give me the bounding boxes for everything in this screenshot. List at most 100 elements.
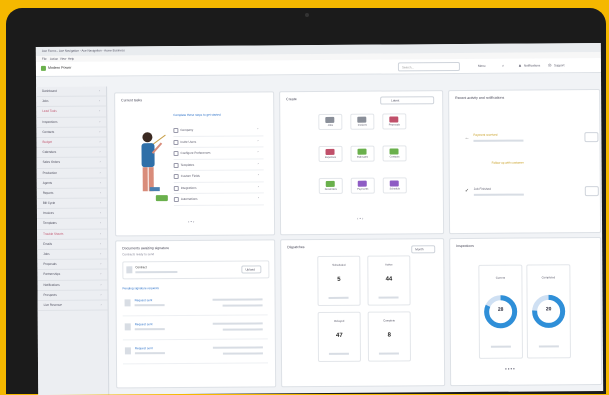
activity-item-2-button[interactable] bbox=[584, 186, 599, 197]
sidebar-item[interactable]: Jobs › bbox=[37, 249, 108, 261]
menu-view[interactable]: View bbox=[60, 57, 66, 61]
create-tile[interactable]: Jobs bbox=[318, 113, 343, 131]
activity-action[interactable]: Follow up with customer bbox=[492, 161, 524, 165]
chevron-right-icon: › bbox=[257, 149, 259, 154]
notifications-button[interactable]: Notifications bbox=[524, 63, 540, 67]
create-tile[interactable]: Schedule bbox=[382, 177, 407, 194]
sidebar-item[interactable]: Emails › bbox=[37, 239, 108, 250]
create-tile[interactable]: Payments bbox=[350, 177, 375, 194]
create-pager[interactable]: ‹ • › bbox=[357, 216, 363, 221]
menu-dropdown[interactable]: Menu bbox=[478, 64, 486, 68]
pending-request-row[interactable]: Request sent bbox=[122, 318, 268, 341]
chevron-right-icon: › bbox=[257, 160, 259, 165]
dispatch-stat-label: Active bbox=[384, 262, 393, 267]
sidebar-item[interactable]: Proposals › bbox=[37, 259, 108, 271]
task-item[interactable]: Configure Preferences › bbox=[173, 147, 264, 160]
pending-request-date bbox=[222, 304, 263, 307]
help-icon[interactable]: ◎ bbox=[548, 62, 552, 67]
sidebar-item[interactable]: Contacts › bbox=[36, 127, 107, 138]
chevron-right-icon: › bbox=[257, 126, 259, 131]
sidebar-item[interactable]: Lead Tools › bbox=[36, 106, 107, 118]
search-icon[interactable]: ⌕ bbox=[502, 63, 504, 68]
sidebar-item[interactable]: Budget › bbox=[36, 137, 107, 149]
task-item[interactable]: Company › bbox=[173, 124, 264, 137]
create-filter-dropdown[interactable]: Latest bbox=[380, 96, 435, 105]
chevron-right-icon: › bbox=[99, 88, 101, 93]
activity-item-1[interactable]: Payment received bbox=[473, 133, 497, 137]
activity-item-2[interactable]: Job Finished bbox=[474, 187, 491, 191]
search-input[interactable]: Search... bbox=[397, 62, 460, 72]
dispatch-stat[interactable]: Active 44 bbox=[367, 255, 411, 306]
dispatch-stat[interactable]: Delayed 47 bbox=[317, 311, 361, 363]
sidebar-item[interactable]: Agents › bbox=[36, 178, 107, 189]
create-title: Create bbox=[286, 97, 297, 102]
activity-title: Recent activity and notifications bbox=[455, 95, 505, 101]
create-tile[interactable]: Expenses bbox=[318, 145, 343, 163]
sidebar-item-label: Prospects bbox=[43, 292, 57, 297]
tasks-pager[interactable]: ‹ • › bbox=[188, 219, 194, 224]
chevron-right-icon: › bbox=[99, 200, 101, 205]
chevron-right-icon: › bbox=[99, 139, 101, 144]
menu-action[interactable]: Action bbox=[50, 57, 58, 61]
sidebar-item[interactable]: Templates › bbox=[36, 218, 108, 230]
donut-value: 28 bbox=[497, 306, 504, 313]
activity-item-1-button[interactable] bbox=[584, 132, 599, 143]
sidebar-item[interactable]: Notifications › bbox=[37, 280, 108, 291]
create-tile[interactable]: Contacts bbox=[382, 145, 407, 162]
sidebar-item[interactable]: Reports › bbox=[36, 188, 107, 200]
create-tile[interactable]: Estimates bbox=[350, 145, 375, 162]
support-button[interactable]: Support bbox=[554, 63, 565, 67]
chevron-right-icon: › bbox=[100, 302, 102, 307]
sidebar-item[interactable]: Sales Orders › bbox=[36, 157, 107, 169]
app-header: Modern Power Search... Menu ⌕ ▲ Notifica… bbox=[35, 58, 601, 77]
document-row[interactable]: Contract Upload bbox=[122, 260, 270, 280]
create-tile[interactable]: Reminders bbox=[318, 177, 343, 195]
tile-label: Payments bbox=[357, 187, 369, 191]
donut-panel[interactable]: Current 28 bbox=[478, 264, 523, 359]
task-item[interactable]: Custom Fields › bbox=[173, 170, 264, 183]
pending-request-detail bbox=[134, 328, 165, 331]
menu-help[interactable]: Help bbox=[68, 57, 74, 61]
task-item[interactable]: Integrations › bbox=[173, 181, 264, 195]
pending-request-row[interactable]: Request sent bbox=[122, 294, 268, 317]
sidebar-item[interactable]: Prospects › bbox=[37, 290, 108, 301]
dispatch-filter-dropdown[interactable]: Month bbox=[411, 245, 436, 254]
pending-request-row[interactable]: Request sent bbox=[122, 342, 269, 365]
sidebar-item[interactable]: Trouble Sheets › bbox=[37, 229, 108, 240]
sidebar-item[interactable]: Jobs › bbox=[36, 96, 107, 108]
sidebar-item[interactable]: Invoices › bbox=[36, 208, 107, 220]
chevron-right-icon: › bbox=[100, 231, 102, 236]
sidebar-item[interactable]: Dashboard › bbox=[36, 86, 107, 98]
chevron-right-icon: › bbox=[100, 292, 102, 297]
check-icon: ✓ bbox=[464, 187, 470, 194]
window-title: Ace Forms - Ace Navigation - Ace Navigat… bbox=[41, 48, 125, 53]
task-item[interactable]: Templates › bbox=[173, 158, 264, 172]
bell-icon[interactable]: ▲ bbox=[518, 63, 522, 68]
brand-name: Modern Power bbox=[47, 65, 72, 70]
task-item[interactable]: Invite Users › bbox=[173, 135, 264, 149]
sidebar-item[interactable]: Partnerships › bbox=[37, 269, 108, 281]
tile-icon bbox=[325, 180, 335, 187]
create-tile[interactable]: Invoices bbox=[350, 113, 375, 130]
tasks-heading[interactable]: Complete these steps to get started bbox=[173, 113, 220, 117]
sidebar-item[interactable]: Bill Cycle › bbox=[36, 198, 107, 210]
pending-section-title: Pending signature requests bbox=[122, 286, 160, 291]
donut-panel[interactable]: Completed 20 bbox=[526, 264, 571, 359]
sidebar-item-label: Proposals bbox=[43, 262, 57, 267]
sidebar-item[interactable]: Inspections › bbox=[36, 117, 107, 128]
chevron-right-icon: › bbox=[100, 282, 102, 287]
laptop-bezel: Ace Forms - Ace Navigation - Ace Navigat… bbox=[6, 8, 606, 395]
create-tile[interactable]: Proposals bbox=[382, 113, 407, 130]
upload-button[interactable]: Upload bbox=[241, 265, 262, 274]
menu-file[interactable]: File bbox=[42, 57, 47, 61]
sidebar-item[interactable]: Calendars › bbox=[36, 147, 107, 159]
task-label: Integrations bbox=[180, 185, 197, 190]
sidebar-item[interactable]: Production › bbox=[36, 167, 107, 179]
sidebar-item[interactable]: Live Revenue › bbox=[37, 300, 108, 312]
task-label: Templates bbox=[180, 162, 195, 167]
task-item[interactable]: Automations › bbox=[173, 193, 264, 206]
dispatch-stat[interactable]: Scheduled 5 bbox=[317, 255, 361, 307]
dispatch-stat[interactable]: Complete 8 bbox=[367, 311, 411, 362]
chevron-right-icon: › bbox=[99, 159, 101, 164]
sidebar-item-label: Emails bbox=[43, 241, 53, 246]
